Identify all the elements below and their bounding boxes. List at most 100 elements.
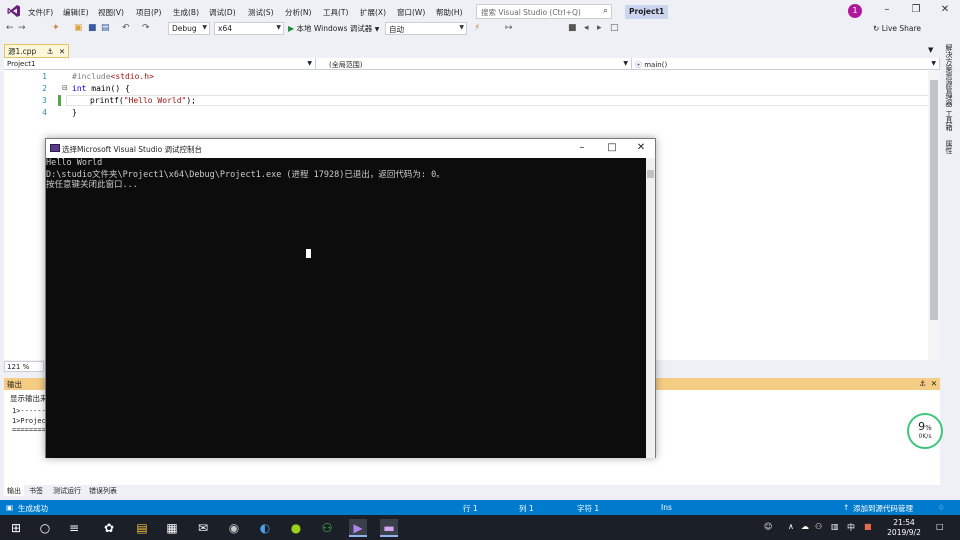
minimize-icon[interactable]: – [876,3,898,17]
debug-console-window[interactable]: 选择Microsoft Visual Studio 调试控制台 – □ ✕ He… [45,138,656,458]
pin-icon[interactable]: ⚓ [919,379,926,388]
notification-center-icon[interactable]: □ [936,522,944,531]
line-number: 3 [42,96,47,105]
chevron-down-icon: ▼ [202,24,207,31]
green-app-icon[interactable]: ● [287,519,305,537]
network-icon[interactable]: ▥ [831,522,839,531]
step-icon[interactable]: ↦ [505,23,513,33]
mail-icon[interactable]: ✉ [194,519,212,537]
wechat-icon[interactable]: ⚇ [318,519,336,537]
document-tab-bar: 源1.cpp ⚓ ✕ ▼ [0,44,940,58]
menu-debug[interactable]: 调试(D) [209,7,236,18]
tab-overflow-icon[interactable]: ▼ [928,46,933,54]
code-line: } [72,108,77,117]
menu-analyze[interactable]: 分析(N) [285,7,311,18]
source-control-arrow-icon: ↑ [843,503,850,512]
run-mode-select[interactable]: 自动 ▼ [385,22,467,35]
start-debugging-button[interactable]: ▶ 本地 Windows 调试器 ▼ [288,23,379,34]
tab-close-icon[interactable]: ✕ [59,47,65,56]
scrollbar-thumb[interactable] [647,170,654,178]
task-view-icon[interactable]: ≡ [65,519,83,537]
blue-app-icon[interactable]: ◐ [256,519,274,537]
console-title-bar[interactable]: 选择Microsoft Visual Studio 调试控制台 – □ ✕ [46,139,655,158]
back-icon[interactable]: ← [6,23,14,33]
search-icon[interactable]: ○ [36,519,54,537]
console-scrollbar[interactable] [646,158,655,458]
project-value: Project1 [7,60,36,68]
tray-expand-icon[interactable]: ∧ [788,522,794,531]
search-input[interactable]: 搜索 Visual Studio (Ctrl+Q) ⌕ [476,4,612,19]
configuration-select[interactable]: Debug ▼ [168,22,210,35]
bookmark-next-icon[interactable]: ▸ [597,23,602,33]
windows-start-icon[interactable]: ⊞ [7,519,25,537]
hot-reload-icon[interactable]: ⚡ [474,23,480,33]
store-icon[interactable]: ▦ [163,519,181,537]
minimize-icon[interactable]: – [574,142,590,153]
collapse-icon[interactable]: ⊟ [62,84,68,92]
menu-extensions[interactable]: 扩展(X) [360,7,386,18]
open-folder-icon[interactable]: ▣ [74,23,83,33]
menu-build[interactable]: 生成(B) [173,7,199,18]
input-method-icon[interactable]: ■ [864,522,872,531]
close-icon[interactable]: ✕ [931,379,937,388]
menu-view[interactable]: 视图(V) [98,7,124,18]
console-output[interactable]: Hello World D:\studio文件夹\Project1\x64\De… [46,158,646,458]
close-icon[interactable]: ✕ [633,142,649,153]
tab-output[interactable]: 输出 [4,485,24,496]
console-taskbar-icon[interactable]: ▬ [380,519,398,537]
add-to-source-control-button[interactable]: 添加到源代码管理 [853,503,913,514]
clock[interactable]: 21:54 2019/9/2 [884,518,924,538]
bookmark-clear-icon[interactable]: □ [610,23,619,33]
undo-icon[interactable]: ↶ [122,23,130,33]
close-icon[interactable]: ✕ [934,3,956,17]
play-icon: ▶ [288,24,295,33]
restore-icon[interactable]: ❐ [905,3,927,17]
scrollbar-thumb[interactable] [930,80,938,320]
browser-app-icon[interactable]: ◉ [225,519,243,537]
pinwheel-app-icon[interactable]: ✿ [100,519,118,537]
tab-toolbox[interactable]: 工具箱 [944,110,954,131]
pin-icon[interactable]: ⚓ [47,47,54,56]
scope-select[interactable]: (全局范围) ▼ [326,58,632,70]
tab-properties[interactable]: 属性 [944,140,954,154]
bell-icon[interactable]: ♢ [938,503,945,512]
maximize-icon[interactable]: □ [604,142,620,153]
bookmark-icon[interactable]: ■ [568,23,577,33]
bookmark-prev-icon[interactable]: ◂ [584,23,589,33]
redo-icon[interactable]: ↷ [142,23,150,33]
visual-studio-taskbar-icon[interactable]: ▶ [349,519,367,537]
project-select[interactable]: Project1 ▼ [4,58,316,70]
function-value: main() [644,61,668,69]
notification-badge[interactable]: 1 [848,4,862,18]
chevron-down-icon: ▼ [623,60,628,67]
menu-tools[interactable]: 工具(T) [323,7,348,18]
live-share-button[interactable]: ↻ Live Share [873,24,921,33]
save-icon[interactable]: ■ [88,23,97,33]
forward-icon[interactable]: → [18,23,26,33]
file-explorer-icon[interactable]: ▤ [133,519,151,537]
menu-window[interactable]: 窗口(W) [397,7,425,18]
menu-project[interactable]: 项目(P) [136,7,161,18]
people-icon[interactable]: ☺ [764,522,772,531]
tab-bookmarks[interactable]: 书签 [26,485,46,496]
cloud-icon[interactable]: ☁ [801,522,809,531]
platform-select[interactable]: x64 ▼ [214,22,284,35]
zoom-select[interactable]: 121 % [4,361,44,372]
function-select[interactable]: ⦿ main() ▼ [632,58,940,70]
menu-edit[interactable]: 编辑(E) [63,7,89,18]
tab-error-list[interactable]: 错误列表 [86,485,120,496]
ime-indicator[interactable]: 中 [847,522,855,533]
menu-test[interactable]: 测试(S) [248,7,274,18]
tab-test-run[interactable]: 测试运行 [50,485,84,496]
network-speed-widget[interactable]: 9% 0K/s [907,413,943,449]
new-project-icon[interactable]: ✦ [52,23,60,33]
save-all-icon[interactable]: ▤ [101,23,110,33]
zoom-value: 121 % [7,363,30,371]
search-icon: ⌕ [602,6,608,16]
wechat-tray-icon[interactable]: ⚇ [815,522,822,531]
menu-help[interactable]: 帮助(H) [436,7,463,18]
tab-solution-explorer[interactable]: 解决方案资源管理器 [944,44,954,107]
tab-source-file[interactable]: 源1.cpp ⚓ ✕ [4,44,70,58]
editor-vertical-scrollbar[interactable] [928,70,940,360]
menu-file[interactable]: 文件(F) [28,7,53,18]
